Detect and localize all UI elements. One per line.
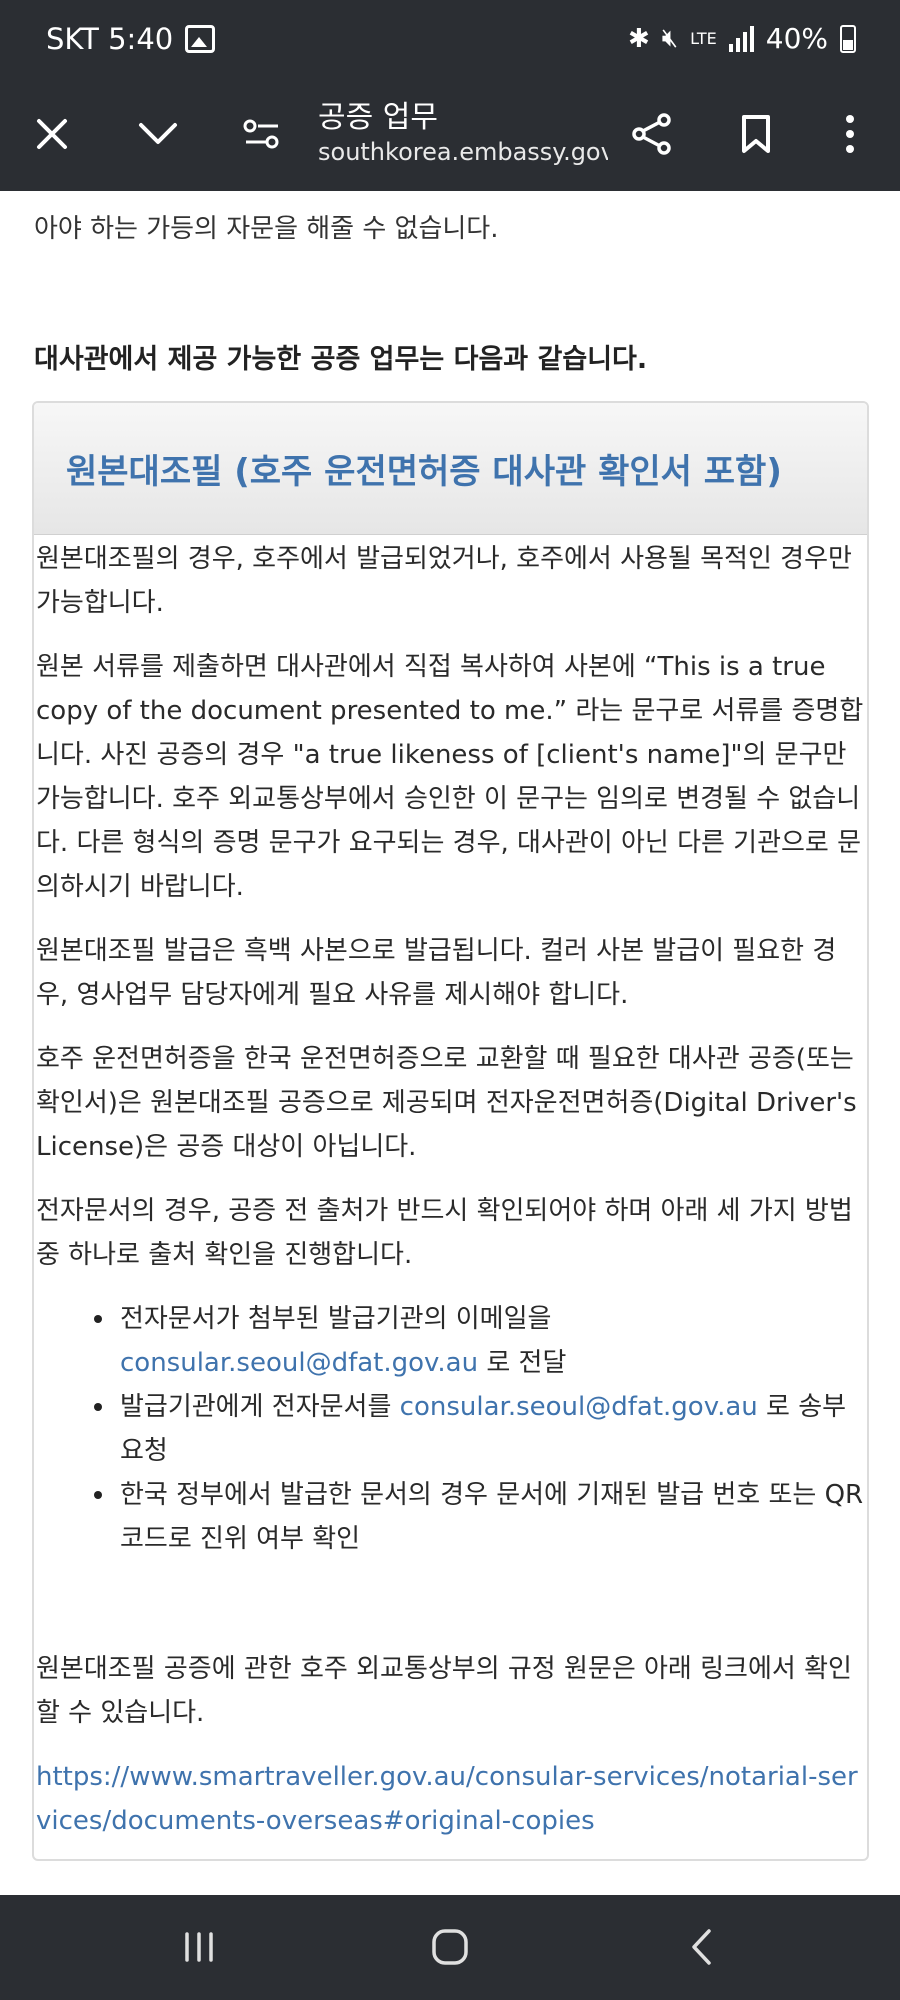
mute-icon: 🔇︎ <box>661 23 679 53</box>
page-content[interactable]: 아야 하는 가등의 자문을 해줄 수 없습니다. 대사관에서 제공 가능한 공증… <box>0 191 900 1895</box>
status-bar: SKT 5:40 ✱ 🔇︎ LTE 40% <box>0 0 900 82</box>
image-notification-icon <box>185 25 216 53</box>
close-tab-button[interactable] <box>22 104 82 164</box>
system-navigation-bar <box>0 1895 900 2000</box>
closing-paragraph: 원본대조필 공증에 관한 호주 외교통상부의 규정 원문은 아래 링크에서 확인… <box>36 1654 852 1728</box>
intro-text: 아야 하는 가등의 자문을 해줄 수 없습니다. <box>34 191 874 251</box>
card-body: 원본대조필의 경우, 호주에서 발급되었거나, 호주에서 사용될 목적인 경우만… <box>34 535 867 1843</box>
more-vert-icon <box>846 115 854 153</box>
list-item: 전자문서가 첨부된 발급기관의 이메일을 consular.seoul@dfat… <box>94 1297 867 1385</box>
back-button[interactable] <box>656 1917 746 1977</box>
card-title: 원본대조필 (호주 운전면허증 대사관 확인서 포함) <box>66 452 782 492</box>
recent-apps-button[interactable] <box>154 1917 244 1977</box>
back-icon <box>692 1929 711 1965</box>
page-settings-button[interactable] <box>232 104 292 164</box>
verification-methods-list: 전자문서가 첨부된 발급기관의 이메일을 consular.seoul@dfat… <box>36 1297 867 1561</box>
status-left: SKT 5:40 <box>46 22 216 56</box>
share-button[interactable] <box>622 104 682 164</box>
tune-icon <box>243 119 279 149</box>
notary-service-card: 원본대조필 (호주 운전면허증 대사관 확인서 포함) 원본대조필의 경우, 호… <box>32 401 869 1861</box>
bookmark-button[interactable] <box>726 104 786 164</box>
close-icon <box>37 119 67 149</box>
paragraph: 호주 운전면허증을 한국 운전면허증으로 교환할 때 필요한 대사관 공증(또는… <box>36 1044 857 1162</box>
bluetooth-icon: ✱ <box>627 23 650 54</box>
section-subheading: 대사관에서 제공 가능한 공증 업무는 다음과 같습니다. <box>34 344 648 375</box>
network-type: LTE <box>690 28 717 48</box>
email-link[interactable]: consular.seoul@dfat.gov.au <box>120 1348 478 1378</box>
card-header[interactable]: 원본대조필 (호주 운전면허증 대사관 확인서 포함) <box>34 403 867 535</box>
minimize-button[interactable] <box>128 104 188 164</box>
home-icon <box>432 1929 468 1965</box>
more-options-button[interactable] <box>820 104 880 164</box>
signal-icon <box>728 25 754 52</box>
paragraph: 원본대조필의 경우, 호주에서 발급되었거나, 호주에서 사용될 목적인 경우만… <box>36 544 852 618</box>
paragraph: 원본대조필 발급은 흑백 사본으로 발급됩니다. 컬러 사본 발급이 필요한 경… <box>36 936 837 1010</box>
battery-icon <box>840 24 856 53</box>
intro-text-line: 아야 하는 가등의 자문을 해줄 수 없습니다. <box>34 214 499 244</box>
bookmark-icon <box>742 115 770 153</box>
list-item: 발급기관에게 전자문서를 consular.seoul@dfat.gov.au … <box>94 1385 867 1473</box>
list-item: 한국 정부에서 발급한 문서의 경우 문서에 기재된 발급 번호 또는 QR 코… <box>94 1473 867 1561</box>
reference-link[interactable]: https://www.smartraveller.gov.au/consula… <box>36 1762 858 1836</box>
battery-percent: 40% <box>765 22 828 55</box>
email-link[interactable]: consular.seoul@dfat.gov.au <box>400 1392 758 1422</box>
paragraph: 원본 서류를 제출하면 대사관에서 직접 복사하여 사본에 “This is a… <box>36 652 864 902</box>
home-button[interactable] <box>405 1917 495 1977</box>
paragraph: 전자문서의 경우, 공증 전 출처가 반드시 확인되어야 하며 아래 세 가지 … <box>36 1196 853 1270</box>
url-display[interactable]: southkorea.embassy.gov.au <box>318 138 608 166</box>
carrier-time: SKT 5:40 <box>46 22 174 56</box>
share-icon <box>632 113 671 155</box>
recent-apps-icon <box>185 1932 213 1962</box>
browser-toolbar: 공증 업무 southkorea.embassy.gov.au <box>0 82 900 191</box>
page-title: 공증 업무 <box>318 100 438 135</box>
status-right: ✱ 🔇︎ LTE 40% <box>628 22 856 55</box>
chevron-down-icon <box>139 123 177 144</box>
